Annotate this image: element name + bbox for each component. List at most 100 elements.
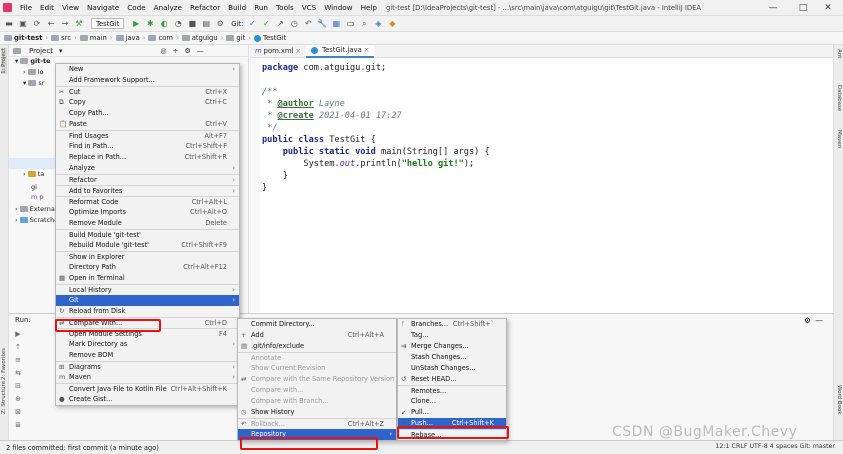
menu-item-add-framework-support[interactable]: Add Framework Support... <box>56 75 239 86</box>
menu-item-commit-directory[interactable]: Commit Directory... <box>238 319 396 330</box>
menu-item-reset-head[interactable]: ↺ Reset HEAD... <box>398 374 506 385</box>
menu-item-cut[interactable]: ✂ Cut Ctrl+X <box>56 86 239 97</box>
menu-build[interactable]: Build <box>224 3 250 12</box>
menu-analyze[interactable]: Analyze <box>150 3 186 12</box>
breadcrumb-item[interactable]: git-test <box>4 34 42 42</box>
menu-file[interactable]: File <box>16 3 36 12</box>
coverage-icon[interactable]: ◐ <box>159 19 169 28</box>
menu-edit[interactable]: Edit <box>36 3 58 12</box>
menu-item-paste[interactable]: 📋 Paste Ctrl+V <box>56 119 239 130</box>
menu-item-open-in-terminal[interactable]: ▦ Open in Terminal <box>56 273 239 284</box>
menu-item-build-module-git-test[interactable]: Build Module 'git-test' <box>56 229 239 240</box>
menu-navigate[interactable]: Navigate <box>83 3 123 12</box>
layout-icon[interactable]: ▦ <box>331 19 341 28</box>
gear-icon[interactable]: ⚙ <box>184 47 190 55</box>
breadcrumb-item[interactable]: main <box>79 34 107 42</box>
menu-item-branches[interactable]: ᚴ Branches... Ctrl+Shift+` <box>398 319 506 330</box>
project-panel-title[interactable]: Project <box>29 47 53 55</box>
menu-code[interactable]: Code <box>123 3 149 12</box>
status-info[interactable]: 12:1 CRLF UTF-8 4 spaces Git: master <box>715 443 835 450</box>
menu-item-rebuild-module-git-test[interactable]: Rebuild Module 'git-test' Ctrl+Shift+F9 <box>56 240 239 251</box>
breadcrumb-item[interactable]: atguigu <box>181 34 218 42</box>
menu-item-create-gist[interactable]: ● Create Gist... <box>56 394 239 405</box>
save-icon[interactable]: ▣ <box>18 19 28 28</box>
vcs-update-icon[interactable]: ✓ <box>247 19 257 28</box>
menu-item-clone[interactable]: Clone... <box>398 396 506 407</box>
stop-icon[interactable]: ■ <box>187 19 197 28</box>
terminal-icon[interactable]: ▭ <box>345 19 355 28</box>
breadcrumb-item[interactable]: java <box>115 34 140 42</box>
run-tool-icon[interactable]: ≣ <box>11 421 25 429</box>
tab-testgit-java[interactable]: TestGit.java × <box>306 44 375 58</box>
run-tool-icon[interactable]: ⇆ <box>11 369 25 377</box>
menu-item-pull[interactable]: ↙ Pull... <box>398 407 506 418</box>
menu-help[interactable]: Help <box>357 3 381 12</box>
menu-item-copy-path[interactable]: Copy Path... <box>56 108 239 119</box>
wrench-icon[interactable]: 🔧 <box>317 19 327 28</box>
hide-icon[interactable]: — <box>815 316 823 325</box>
project-structure-icon[interactable]: ▤ <box>201 19 211 28</box>
menu-item-add-to-favorites[interactable]: Add to Favorites › <box>56 185 239 196</box>
breadcrumb-item[interactable]: src <box>51 34 71 42</box>
menu-item-convert-java-file-to-kotlin-file[interactable]: Convert Java File to Kotlin File Ctrl+Alt… <box>56 383 239 394</box>
run-tool-icon[interactable]: ⊕ <box>11 395 25 403</box>
open-folder-icon[interactable]: ▬ <box>4 19 14 28</box>
menu-item-remove-module[interactable]: Remove Module Delete <box>56 218 239 229</box>
structure-tool-tab[interactable]: Z: Structure <box>1 381 7 414</box>
menu-item-git-info-exclude[interactable]: ▤ .git/info/exclude <box>238 341 396 352</box>
menu-item-git[interactable]: Git › <box>56 295 239 306</box>
project-tool-tab[interactable]: 1: Project <box>1 48 7 74</box>
run-tool-icon[interactable]: ⊠ <box>11 408 25 416</box>
tree-row[interactable]: m p <box>9 193 44 204</box>
menu-item-unstash-changes[interactable]: UnStash Changes... <box>398 363 506 374</box>
minimize-button[interactable]: — <box>758 0 788 16</box>
breadcrumb-item[interactable]: TestGit <box>254 34 286 42</box>
menu-item-reformat-code[interactable]: Reformat Code Ctrl+Alt+L <box>56 196 239 207</box>
run-tool-icon[interactable]: ↑ <box>11 343 25 351</box>
menu-run[interactable]: Run <box>250 3 272 12</box>
debug-icon[interactable]: ✱ <box>145 19 155 28</box>
menu-item-remove-bom[interactable]: Remove BOM <box>56 350 239 361</box>
menu-window[interactable]: Window <box>320 3 356 12</box>
menu-item-directory-path[interactable]: Directory Path Ctrl+Alt+F12 <box>56 262 239 273</box>
run-icon[interactable]: ▶ <box>131 19 141 28</box>
close-tab-icon[interactable]: × <box>364 46 370 54</box>
menu-item-maven[interactable]: m Maven › <box>56 372 239 383</box>
menu-tools[interactable]: Tools <box>272 3 298 12</box>
chevron-down-icon[interactable]: ▾ <box>59 47 63 55</box>
profile-icon[interactable]: ◔ <box>173 19 183 28</box>
search-icon[interactable]: ⌕ <box>359 19 369 29</box>
run-tool-icon[interactable]: ≡ <box>11 356 25 364</box>
extension-icon[interactable]: ◆ <box>387 19 397 28</box>
menu-item-copy[interactable]: ⧉ Copy Ctrl+C <box>56 97 239 108</box>
menu-item-local-history[interactable]: Local History › <box>56 284 239 295</box>
menu-item-replace-in-path[interactable]: Replace in Path... Ctrl+Shift+R <box>56 152 239 163</box>
menu-item-remotes[interactable]: Remotes... <box>398 385 506 396</box>
vcs-commit-icon[interactable]: ✓ <box>261 19 271 28</box>
run-tool-icon[interactable]: ⊟ <box>11 382 25 390</box>
build-hammer-icon[interactable]: ⚒ <box>74 19 84 28</box>
menu-item-merge-changes[interactable]: ⇉ Merge Changes... <box>398 341 506 352</box>
tree-row[interactable]: › ta <box>9 170 44 181</box>
menu-item-tag[interactable]: Tag... <box>398 330 506 341</box>
gear-icon[interactable]: ⚙ <box>804 316 811 325</box>
menu-refactor[interactable]: Refactor <box>186 3 224 12</box>
menu-item-add[interactable]: + Add Ctrl+Alt+A <box>238 330 396 341</box>
collapse-icon[interactable]: ÷ <box>173 47 179 55</box>
sync-icon[interactable]: ⟳ <box>32 19 42 28</box>
forward-icon[interactable]: → <box>60 19 70 28</box>
menu-item-analyze[interactable]: Analyze › <box>56 163 239 174</box>
database-tool-tab[interactable]: Database <box>836 85 842 111</box>
menu-item-new[interactable]: New › <box>56 64 239 75</box>
back-icon[interactable]: ← <box>46 19 56 28</box>
settings-icon[interactable]: ⚙ <box>215 19 225 28</box>
favorites-tool-tab[interactable]: 2: Favorites <box>1 348 7 380</box>
menu-vcs[interactable]: VCS <box>298 3 321 12</box>
menu-item-show-in-explorer[interactable]: Show in Explorer <box>56 251 239 262</box>
breadcrumb-item[interactable]: git <box>226 34 245 42</box>
menu-item-refactor[interactable]: Refactor › <box>56 174 239 185</box>
ant-tool-tab[interactable]: Ant <box>836 49 842 58</box>
code-editor[interactable]: package com.atguigu.git; /** * @author L… <box>260 58 833 312</box>
menu-item-reload-from-disk[interactable]: ↻ Reload from Disk <box>56 306 239 317</box>
hide-icon[interactable]: — <box>197 47 204 55</box>
